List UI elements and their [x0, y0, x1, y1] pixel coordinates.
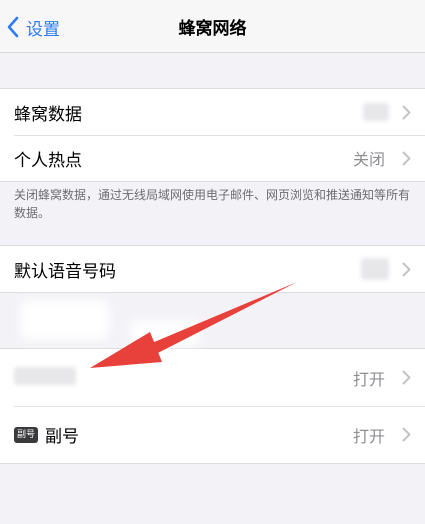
primary-line-row[interactable]: 打开 — [0, 349, 425, 406]
chevron-right-icon — [402, 427, 411, 442]
redaction-smudge — [20, 300, 110, 340]
secondary-line-badge: 副号 — [14, 427, 38, 443]
cellular-data-row[interactable]: 蜂窝数据 — [0, 89, 425, 135]
cellular-data-label: 蜂窝数据 — [14, 104, 82, 125]
secondary-line-value: 打开 — [352, 426, 385, 446]
chevron-right-icon — [402, 262, 411, 277]
voice-group: 默认语音号码 — [0, 245, 425, 293]
default-voice-number-row[interactable]: 默认语音号码 — [0, 246, 425, 292]
redacted-value — [363, 103, 389, 121]
chevron-right-icon — [402, 151, 411, 166]
lines-group: 打开 副号 副号 打开 — [0, 348, 425, 464]
redacted-label — [14, 367, 76, 385]
page-title: 蜂窝网络 — [178, 19, 247, 39]
navigation-bar: 设置 蜂窝网络 — [0, 0, 425, 53]
redacted-value — [361, 258, 389, 280]
secondary-line-label: 副号 — [45, 427, 79, 447]
personal-hotspot-value: 关闭 — [352, 150, 385, 169]
personal-hotspot-label: 个人热点 — [14, 150, 82, 171]
personal-hotspot-row[interactable]: 个人热点 关闭 — [0, 135, 425, 181]
redaction-smudge — [130, 320, 200, 346]
cellular-footnote: 关闭蜂窝数据，通过无线局域网使用电子邮件、网页浏览和推送通知等所有数据。 — [14, 188, 411, 220]
secondary-line-row[interactable]: 副号 副号 打开 — [0, 406, 425, 463]
primary-line-value: 打开 — [352, 369, 385, 389]
default-voice-number-label: 默认语音号码 — [14, 261, 116, 282]
cellular-group: 蜂窝数据 个人热点 关闭 — [0, 88, 425, 182]
chevron-right-icon — [402, 370, 411, 385]
chevron-right-icon — [402, 105, 411, 120]
